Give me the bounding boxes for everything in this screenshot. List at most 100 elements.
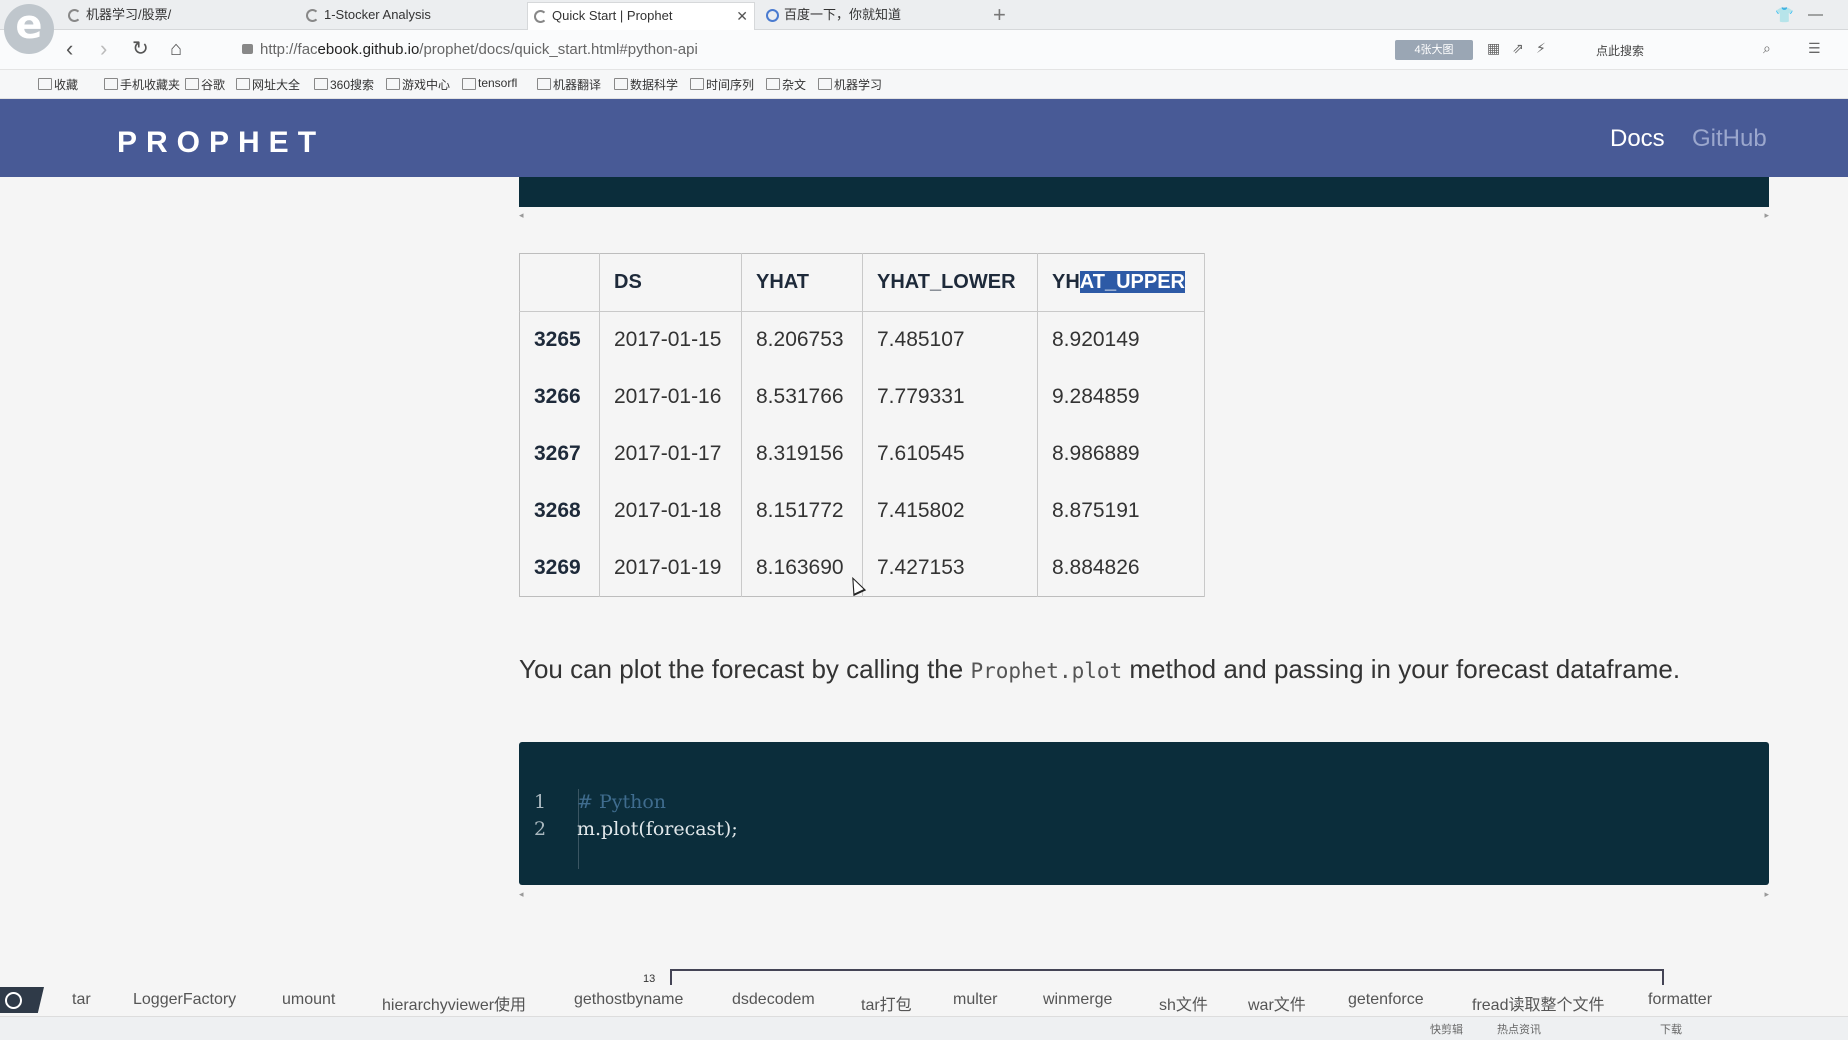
- lightning-icon[interactable]: ⚡: [1536, 40, 1546, 57]
- cell-yhat-upper: 9.284859: [1037, 368, 1205, 426]
- selection-bracket: [670, 969, 1664, 985]
- taskbar-item[interactable]: LoggerFactory: [133, 991, 236, 1009]
- cell-yhat-upper: 8.920149: [1037, 311, 1205, 369]
- site-header: PROPHET Docs GitHub: [0, 99, 1848, 177]
- search-icon[interactable]: [0, 987, 44, 1013]
- image-extension-badge[interactable]: 4张大图: [1395, 40, 1473, 60]
- browser-logo-icon[interactable]: [4, 2, 54, 54]
- status-item[interactable]: 下载: [1660, 1021, 1682, 1037]
- selected-text: AT_UPPER: [1079, 271, 1186, 293]
- prophet-logo[interactable]: PROPHET: [117, 126, 325, 160]
- taskbar-item[interactable]: gethostbyname: [574, 991, 683, 1009]
- home-icon[interactable]: ⌂: [170, 36, 182, 62]
- back-icon[interactable]: ‹: [66, 36, 73, 62]
- nav-github-link[interactable]: GitHub: [1692, 125, 1767, 153]
- taskbar-item[interactable]: tar打包: [861, 991, 912, 1015]
- bookmark-item[interactable]: 时间序列: [690, 76, 754, 93]
- bookmark-item[interactable]: 手机收藏夹: [104, 76, 180, 93]
- cell-yhat: 8.531766: [741, 368, 863, 426]
- taskbar-item[interactable]: formatter: [1648, 991, 1712, 1009]
- table-row: 3265 2017-01-15 8.206753 7.485107 8.9201…: [519, 311, 1205, 369]
- taskbar-item[interactable]: dsdecodem: [732, 991, 815, 1009]
- tab-label: Quick Start | Prophet: [552, 8, 673, 23]
- bookmark-item[interactable]: 机器学习: [818, 76, 882, 93]
- address-bar: ‹ › ↻ ⌂ http://facebook.github.io/prophe…: [0, 30, 1848, 70]
- baidu-icon: [766, 9, 779, 22]
- bookmark-item[interactable]: 机器翻译: [537, 76, 601, 93]
- bookmark-item[interactable]: 数据科学: [614, 76, 678, 93]
- forecast-dataframe-table: DS YHAT YHAT_LOWER YHAT_UPPER 3265 2017-…: [519, 253, 1205, 597]
- browser-tab-bar: 机器学习/股票/ 1-Stocker Analysis Quick Start …: [0, 0, 1848, 30]
- tab-quick-start-prophet[interactable]: Quick Start | Prophet ✕: [527, 2, 755, 30]
- bookmark-item[interactable]: tensorfl: [462, 76, 517, 90]
- reload-icon[interactable]: ↻: [132, 36, 149, 62]
- row-index: 3265: [519, 311, 600, 369]
- shirt-icon[interactable]: 👕: [1775, 6, 1794, 24]
- line-number: 1: [534, 791, 547, 813]
- cell-yhat-lower: 7.610545: [862, 425, 1038, 483]
- taskbar-item[interactable]: war文件: [1248, 991, 1306, 1015]
- bookmark-item[interactable]: 360搜索: [314, 76, 374, 93]
- search-hint[interactable]: 点此搜索: [1596, 42, 1644, 59]
- status-item[interactable]: 快剪辑: [1430, 1021, 1463, 1037]
- taskbar-item[interactable]: tar: [72, 991, 91, 1009]
- cell-yhat: 8.319156: [741, 425, 863, 483]
- bookmark-item[interactable]: 谷歌: [185, 76, 225, 93]
- bottom-taskbar: tar LoggerFactory umount hierarchyviewer…: [0, 986, 1848, 1016]
- loading-icon: [306, 9, 319, 22]
- minimize-icon[interactable]: —: [1808, 6, 1823, 23]
- cell-yhat-lower: 7.415802: [862, 482, 1038, 540]
- cell-yhat-lower: 7.427153: [862, 539, 1038, 597]
- taskbar-item[interactable]: umount: [282, 991, 335, 1009]
- tab-ml-stocks[interactable]: 机器学习/股票/: [62, 2, 252, 30]
- column-header-index: [519, 253, 600, 312]
- scroll-right-icon[interactable]: ▸: [1764, 889, 1769, 900]
- menu-icon[interactable]: ☰: [1808, 40, 1821, 57]
- cell-ds: 2017-01-18: [599, 482, 742, 540]
- bookmark-item[interactable]: 网址大全: [236, 76, 300, 93]
- row-index: 3268: [519, 482, 600, 540]
- plot-description-paragraph: You can plot the forecast by calling the…: [519, 654, 1680, 685]
- url-field[interactable]: http://facebook.github.io/prophet/docs/q…: [260, 41, 698, 58]
- taskbar-item[interactable]: fread读取整个文件: [1472, 991, 1604, 1015]
- taskbar-item[interactable]: winmerge: [1043, 991, 1112, 1009]
- tab-stocker-analysis[interactable]: 1-Stocker Analysis: [300, 2, 520, 30]
- scroll-left-icon[interactable]: ◂: [519, 210, 524, 221]
- scroll-left-icon[interactable]: ◂: [519, 889, 524, 900]
- bookmark-item[interactable]: 杂文: [766, 76, 806, 93]
- table-row: 3267 2017-01-17 8.319156 7.610545 8.9868…: [519, 425, 1205, 483]
- share-icon[interactable]: ⇗: [1512, 40, 1524, 57]
- nav-docs-link[interactable]: Docs: [1610, 125, 1665, 153]
- tab-label: 机器学习/股票/: [86, 7, 172, 22]
- bookmark-item[interactable]: 收藏: [38, 76, 78, 93]
- horizontal-scrollbar[interactable]: ◂ ▸: [519, 210, 1769, 220]
- browser-status-bar: 快剪辑 热点资讯 下载: [0, 1016, 1848, 1040]
- search-icon[interactable]: ⌕: [1763, 40, 1771, 57]
- cell-yhat: 8.151772: [741, 482, 863, 540]
- cell-yhat-upper: 8.884826: [1037, 539, 1205, 597]
- cell-yhat-lower: 7.485107: [862, 311, 1038, 369]
- cell-ds: 2017-01-15: [599, 311, 742, 369]
- tab-label: 百度一下，你就知道: [784, 7, 902, 22]
- taskbar-item[interactable]: multer: [953, 991, 997, 1009]
- grid-icon[interactable]: ▦: [1487, 40, 1500, 57]
- tab-baidu[interactable]: 百度一下，你就知道: [760, 2, 980, 30]
- code-lines[interactable]: # Python m.plot(forecast);: [577, 789, 738, 843]
- cell-yhat: 8.206753: [741, 311, 863, 369]
- horizontal-scrollbar[interactable]: ◂ ▸: [519, 889, 1769, 899]
- new-tab-button[interactable]: +: [993, 2, 1006, 28]
- bookmark-item[interactable]: 游戏中心: [386, 76, 450, 93]
- status-item[interactable]: 热点资讯: [1497, 1021, 1541, 1037]
- taskbar-item[interactable]: hierarchyviewer使用: [382, 991, 526, 1015]
- page-icon: [534, 10, 547, 23]
- url-prefix: http://fac: [260, 41, 318, 58]
- taskbar-item[interactable]: sh文件: [1159, 991, 1208, 1015]
- tab-label: 1-Stocker Analysis: [324, 7, 431, 22]
- scroll-right-icon[interactable]: ▸: [1764, 210, 1769, 221]
- close-tab-icon[interactable]: ✕: [736, 3, 748, 29]
- forward-icon[interactable]: ›: [100, 36, 107, 62]
- bracket-number: 13: [643, 973, 656, 985]
- taskbar-item[interactable]: getenforce: [1348, 991, 1424, 1009]
- code-block-python: 1 2 # Python m.plot(forecast);: [519, 742, 1769, 885]
- column-header-yhat: YHAT: [741, 253, 863, 312]
